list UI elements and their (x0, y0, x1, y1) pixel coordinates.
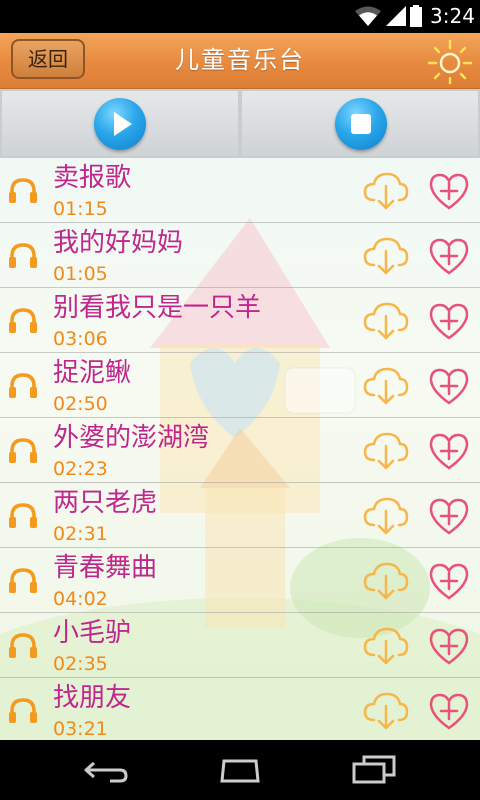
headphone-icon (9, 503, 37, 528)
song-row[interactable]: 小毛驴 02:35 (0, 613, 480, 678)
song-duration: 01:05 (53, 263, 108, 285)
headphone-icon (9, 633, 37, 658)
song-row[interactable]: 卖报歌 01:15 (0, 158, 480, 223)
nav-recents-button[interactable] (350, 754, 398, 784)
navigation-bar (0, 740, 480, 800)
song-duration: 02:35 (53, 653, 108, 675)
add-favorite-icon[interactable] (428, 690, 470, 732)
play-button[interactable] (94, 98, 146, 150)
add-favorite-icon[interactable] (428, 170, 470, 212)
add-favorite-icon[interactable] (428, 625, 470, 667)
song-title: 两只老虎 (53, 488, 158, 518)
download-icon[interactable] (362, 690, 410, 732)
nav-home-button[interactable] (214, 757, 266, 783)
download-icon[interactable] (362, 365, 410, 407)
song-row[interactable]: 外婆的澎湖湾 02:23 (0, 418, 480, 483)
back-button[interactable]: 返回 (11, 39, 85, 79)
headphone-icon (9, 438, 37, 463)
status-bar: 3:24 (0, 0, 480, 33)
song-title: 找朋友 (53, 683, 132, 713)
song-title: 我的好妈妈 (53, 228, 184, 258)
add-favorite-icon[interactable] (428, 365, 470, 407)
title-bar: 返回 儿童音乐台 (0, 33, 480, 89)
song-row[interactable]: 两只老虎 02:31 (0, 483, 480, 548)
play-icon (114, 112, 132, 136)
signal-icon (386, 6, 406, 26)
download-icon[interactable] (362, 625, 410, 667)
download-icon[interactable] (362, 495, 410, 537)
song-title: 外婆的澎湖湾 (53, 423, 210, 453)
headphone-icon (9, 243, 37, 268)
download-icon[interactable] (362, 300, 410, 342)
sun-icon[interactable] (426, 37, 474, 85)
nav-back-button[interactable] (82, 757, 130, 783)
download-icon[interactable] (362, 170, 410, 212)
song-row[interactable]: 青春舞曲 04:02 (0, 548, 480, 613)
battery-icon (410, 5, 422, 27)
song-duration: 02:23 (53, 458, 108, 480)
download-icon[interactable] (362, 560, 410, 602)
control-bar (0, 89, 480, 158)
song-duration: 02:50 (53, 393, 108, 415)
song-title: 别看我只是一只羊 (53, 293, 262, 323)
song-duration: 03:06 (53, 328, 108, 350)
headphone-icon (9, 698, 37, 723)
add-favorite-icon[interactable] (428, 495, 470, 537)
clock: 3:24 (430, 4, 475, 28)
download-icon[interactable] (362, 430, 410, 472)
song-duration: 03:21 (53, 718, 108, 740)
song-title: 小毛驴 (53, 618, 132, 648)
stop-button[interactable] (335, 98, 387, 150)
add-favorite-icon[interactable] (428, 430, 470, 472)
add-favorite-icon[interactable] (428, 300, 470, 342)
song-title: 卖报歌 (53, 163, 132, 193)
headphone-icon (9, 178, 37, 203)
song-duration: 04:02 (53, 588, 108, 610)
stop-cell[interactable] (242, 91, 478, 156)
stop-icon (351, 114, 371, 134)
song-row[interactable]: 捉泥鳅 02:50 (0, 353, 480, 418)
song-title: 捉泥鳅 (53, 358, 132, 388)
play-cell[interactable] (2, 91, 238, 156)
headphone-icon (9, 308, 37, 333)
wifi-icon (355, 6, 381, 26)
add-favorite-icon[interactable] (428, 560, 470, 602)
headphone-icon (9, 373, 37, 398)
song-list[interactable]: 卖报歌 01:15 我的好妈妈 01:05 别看我只是一只羊 03:06 捉泥鳅 02:50 外… (0, 158, 480, 740)
song-title: 青春舞曲 (53, 553, 158, 583)
headphone-icon (9, 568, 37, 593)
song-row[interactable]: 别看我只是一只羊 03:06 (0, 288, 480, 353)
song-duration: 02:31 (53, 523, 108, 545)
song-duration: 01:15 (53, 198, 108, 220)
song-row[interactable]: 我的好妈妈 01:05 (0, 223, 480, 288)
add-favorite-icon[interactable] (428, 235, 470, 277)
download-icon[interactable] (362, 235, 410, 277)
song-row[interactable]: 找朋友 03:21 (0, 678, 480, 740)
